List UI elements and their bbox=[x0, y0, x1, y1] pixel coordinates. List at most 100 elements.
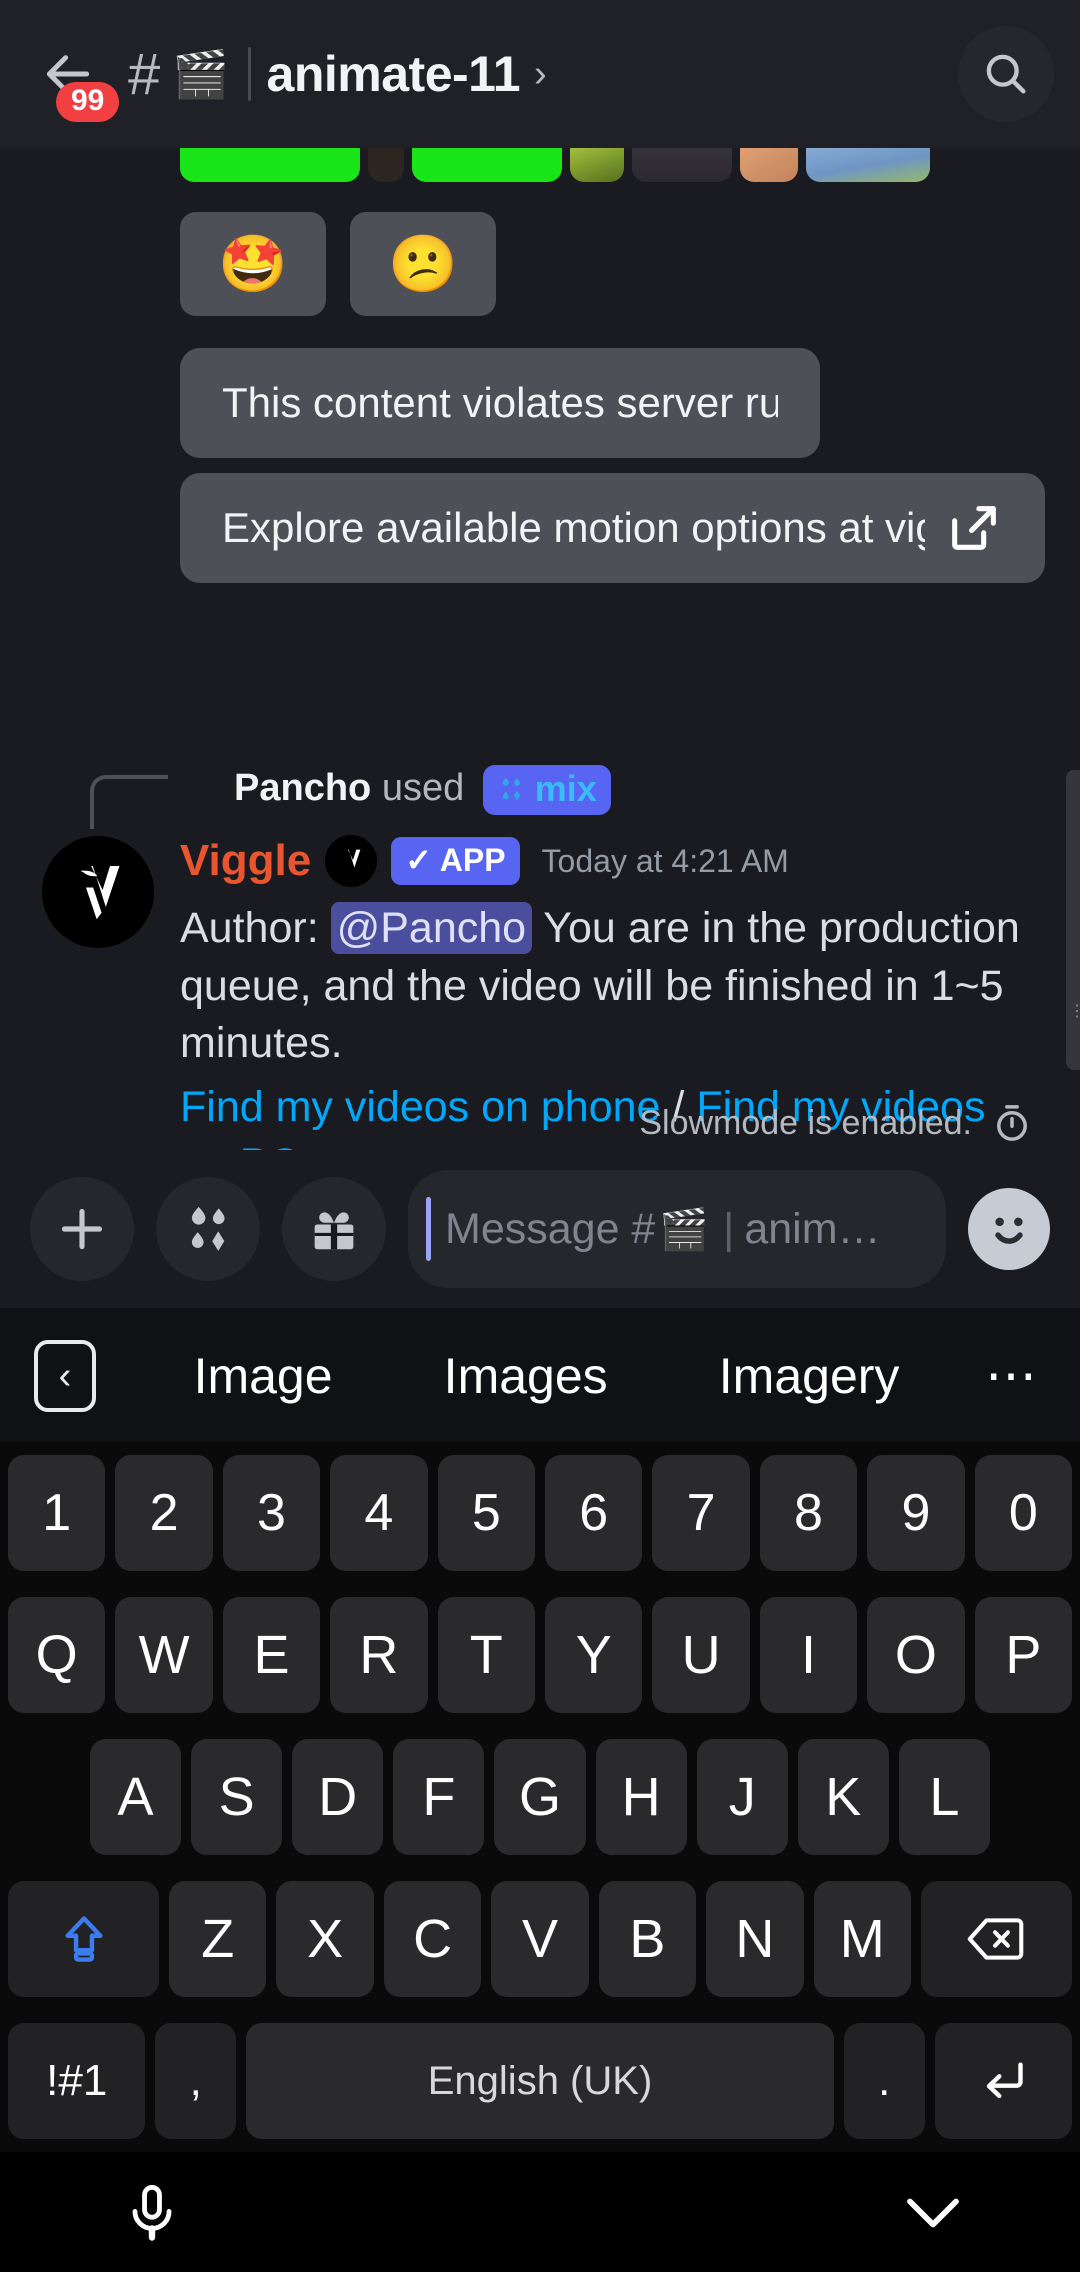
key-8[interactable]: 8 bbox=[759, 1455, 858, 1571]
key-t[interactable]: T bbox=[437, 1597, 535, 1713]
key-0[interactable]: 0 bbox=[974, 1455, 1073, 1571]
chevron-right-icon[interactable]: › bbox=[534, 53, 547, 96]
page-title[interactable]: animate-11 bbox=[267, 45, 521, 103]
command-used-text: Pancho used mix bbox=[234, 765, 611, 815]
key-f[interactable]: F bbox=[393, 1739, 485, 1855]
key-symbols[interactable]: !#1 bbox=[8, 2023, 146, 2139]
back-button[interactable]: 99 bbox=[26, 32, 120, 122]
keyboard-row-modifiers: !#1 , English (UK) . bbox=[0, 2010, 1080, 2152]
emoji-picker-button[interactable] bbox=[968, 1188, 1050, 1270]
key-b[interactable]: B bbox=[598, 1881, 697, 1997]
key-d[interactable]: D bbox=[292, 1739, 384, 1855]
key-6[interactable]: 6 bbox=[545, 1455, 643, 1571]
viggle-mini-icon bbox=[341, 849, 361, 868]
key-j[interactable]: J bbox=[696, 1739, 788, 1855]
thumbnail-image[interactable] bbox=[632, 148, 732, 182]
key-9[interactable]: 9 bbox=[867, 1455, 965, 1571]
placeholder-prefix: Message # bbox=[445, 1204, 656, 1253]
key-n[interactable]: N bbox=[706, 1881, 804, 1997]
key-g[interactable]: G bbox=[494, 1739, 586, 1855]
key-x[interactable]: X bbox=[276, 1881, 374, 1997]
bot-username[interactable]: Viggle bbox=[180, 836, 311, 886]
key-l[interactable]: L bbox=[898, 1739, 990, 1855]
user-mention[interactable]: @Pancho bbox=[330, 902, 533, 954]
mix-glyph-icon bbox=[502, 777, 521, 801]
key-7[interactable]: 7 bbox=[652, 1455, 750, 1571]
message-list[interactable]: 🤩 😕 This content violates server rules E… bbox=[0, 148, 1080, 1150]
keyboard-row-numbers: 1 2 3 4 5 6 7 8 9 0 bbox=[0, 1442, 1080, 1584]
suggestion-more-button[interactable]: ⋯ bbox=[985, 1346, 1046, 1406]
thumbnail-image[interactable] bbox=[740, 148, 798, 182]
key-comma[interactable]: , bbox=[155, 2023, 237, 2139]
command-used-line: Pancho used mix bbox=[0, 753, 1080, 829]
command-user[interactable]: Pancho bbox=[234, 767, 371, 809]
suggestion-items: Image Images Imagery bbox=[96, 1347, 985, 1405]
key-space[interactable]: English (UK) bbox=[246, 2023, 834, 2139]
key-p[interactable]: P bbox=[974, 1597, 1073, 1713]
thumbnail-image[interactable] bbox=[368, 148, 404, 182]
thumbnail-image[interactable] bbox=[570, 148, 624, 182]
key-a[interactable]: A bbox=[90, 1739, 182, 1855]
key-m[interactable]: M bbox=[813, 1881, 911, 1997]
key-backspace[interactable] bbox=[920, 1881, 1072, 1997]
gift-button[interactable] bbox=[282, 1177, 386, 1281]
key-r[interactable]: R bbox=[330, 1597, 428, 1713]
bot-name-row: Viggle ✓ APP Today at 4:21 AM bbox=[180, 828, 1040, 894]
reaction-star-struck[interactable]: 🤩 bbox=[180, 212, 326, 316]
message-bubble-motion-options[interactable]: Explore available motion options at vigg… bbox=[180, 473, 1045, 583]
key-period[interactable]: . bbox=[843, 2023, 925, 2139]
avatar[interactable] bbox=[42, 836, 154, 948]
thumbnail-image[interactable] bbox=[180, 148, 360, 182]
key-c[interactable]: C bbox=[383, 1881, 482, 1997]
external-link-icon[interactable] bbox=[945, 499, 1003, 557]
key-s[interactable]: S bbox=[191, 1739, 283, 1855]
suggestion-back-button[interactable]: ‹ bbox=[34, 1340, 96, 1412]
key-k[interactable]: K bbox=[797, 1739, 889, 1855]
key-shift[interactable] bbox=[8, 1881, 160, 1997]
key-y[interactable]: Y bbox=[545, 1597, 643, 1713]
key-enter[interactable] bbox=[934, 2023, 1073, 2139]
search-button[interactable] bbox=[958, 26, 1054, 122]
key-o[interactable]: O bbox=[867, 1597, 965, 1713]
stopwatch-icon bbox=[997, 1105, 1027, 1141]
command-chip-mix[interactable]: mix bbox=[482, 765, 611, 815]
key-u[interactable]: U bbox=[652, 1597, 750, 1713]
enter-icon bbox=[987, 2062, 1023, 2099]
key-q[interactable]: Q bbox=[7, 1597, 106, 1713]
scrollbar-thumb[interactable] bbox=[1066, 770, 1080, 1070]
apps-button[interactable] bbox=[156, 1177, 260, 1281]
thumbnail-image[interactable] bbox=[806, 148, 930, 182]
message-placeholder: Message # 🎬 | anim… bbox=[445, 1205, 881, 1254]
suggestion-item-1[interactable]: Image bbox=[194, 1347, 333, 1405]
search-icon bbox=[986, 54, 1026, 94]
message-bubble-violation[interactable]: This content violates server rules bbox=[180, 348, 820, 458]
key-5[interactable]: 5 bbox=[437, 1455, 535, 1571]
key-e[interactable]: E bbox=[222, 1597, 321, 1713]
reaction-confused-face[interactable]: 😕 bbox=[350, 212, 496, 316]
key-v[interactable]: V bbox=[491, 1881, 589, 1997]
key-2[interactable]: 2 bbox=[115, 1455, 213, 1571]
system-navigation-bar bbox=[0, 2152, 1080, 2272]
thumbnail-image[interactable] bbox=[412, 148, 562, 182]
command-name: mix bbox=[534, 768, 597, 809]
reaction-row: 🤩 😕 bbox=[180, 212, 496, 316]
slowmode-notice: Slowmode is enabled. bbox=[0, 1096, 1080, 1150]
placeholder-divider: | bbox=[723, 1204, 735, 1253]
key-z[interactable]: Z bbox=[169, 1881, 267, 1997]
channel-header: 99 # 🎬 animate-11 › bbox=[0, 0, 1080, 148]
key-h[interactable]: H bbox=[595, 1739, 687, 1855]
attachment-thumbnail-strip[interactable] bbox=[180, 148, 940, 183]
message-input[interactable]: Message # 🎬 | anim… bbox=[408, 1170, 946, 1288]
key-w[interactable]: W bbox=[115, 1597, 213, 1713]
chevron-down-icon[interactable] bbox=[898, 2190, 968, 2236]
keyboard-row-home: A S D F G H J K L bbox=[0, 1726, 1080, 1868]
key-1[interactable]: 1 bbox=[7, 1455, 106, 1571]
add-attachment-button[interactable] bbox=[30, 1177, 134, 1281]
command-verb: used bbox=[381, 767, 465, 809]
key-3[interactable]: 3 bbox=[222, 1455, 321, 1571]
key-i[interactable]: I bbox=[759, 1597, 858, 1713]
suggestion-item-3[interactable]: Imagery bbox=[719, 1347, 900, 1405]
suggestion-item-2[interactable]: Images bbox=[444, 1347, 608, 1405]
key-4[interactable]: 4 bbox=[330, 1455, 428, 1571]
microphone-icon[interactable] bbox=[120, 2180, 184, 2246]
